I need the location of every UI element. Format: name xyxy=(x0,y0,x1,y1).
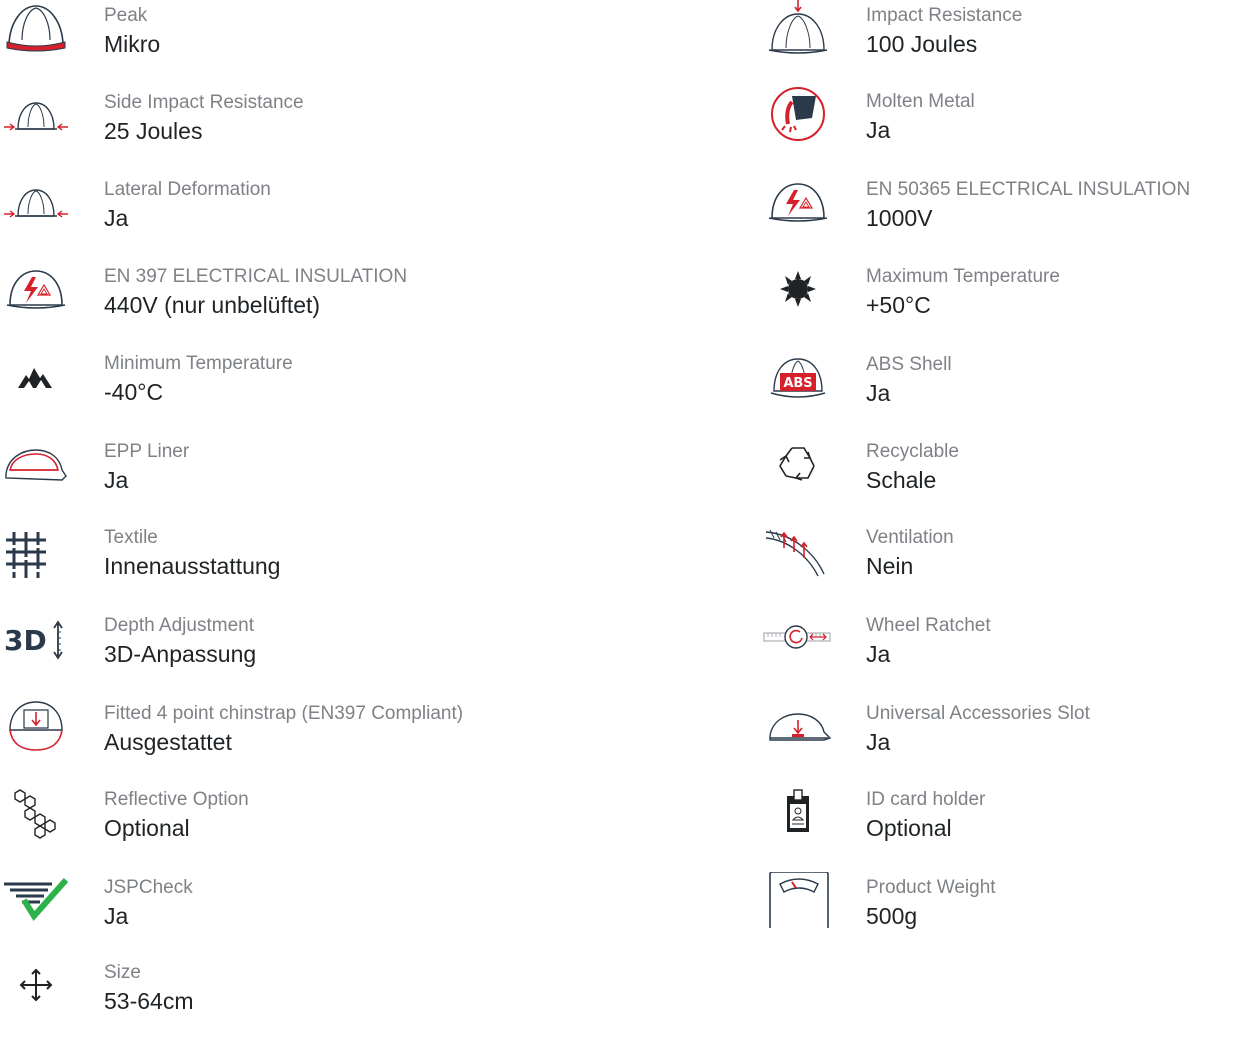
electrical-insulation-icon xyxy=(0,261,72,317)
feature-value: Optional xyxy=(866,815,952,841)
feature-label: Side Impact Resistance xyxy=(104,92,304,113)
feature-value: Innenausstattung xyxy=(104,553,281,579)
lateral-deformation-icon xyxy=(0,174,72,230)
feature-label: Size xyxy=(104,962,141,983)
molten-metal-icon xyxy=(762,86,834,142)
feature-label: Wheel Ratchet xyxy=(866,615,991,636)
side-impact-icon xyxy=(0,87,72,143)
feature-value: Ja xyxy=(866,117,891,143)
feature-value: 25 Joules xyxy=(104,118,203,144)
feature-value: 53-64cm xyxy=(104,988,194,1014)
helmet-peak-icon xyxy=(0,0,72,56)
electrical-insulation-icon xyxy=(762,174,834,230)
feature-value: Schale xyxy=(866,467,937,493)
feature-label: Universal Accessories Slot xyxy=(866,703,1090,724)
impact-resistance-icon xyxy=(762,0,834,56)
feature-value: Ja xyxy=(866,641,891,667)
feature-label: EPP Liner xyxy=(104,441,190,462)
feature-label: Minimum Temperature xyxy=(104,353,293,374)
weight-scale-icon xyxy=(762,872,834,928)
feature-label: Lateral Deformation xyxy=(104,179,271,200)
feature-label: Depth Adjustment xyxy=(104,615,254,636)
feature-value: Ja xyxy=(104,903,129,929)
feature-label: JSPCheck xyxy=(104,877,193,898)
feature-value: 440V (nur unbelüftet) xyxy=(104,292,321,318)
jspcheck-icon xyxy=(0,872,72,928)
recycle-icon xyxy=(762,436,834,492)
svg-text:3D: 3D xyxy=(4,624,47,657)
feature-value: 500g xyxy=(866,903,918,929)
feature-label: EN 50365 ELECTRICAL INSULATION xyxy=(866,179,1191,200)
3d-adjustment-icon: 3D xyxy=(0,610,72,666)
mountains-icon xyxy=(0,348,72,404)
feature-value: 3D-Anpassung xyxy=(104,641,257,667)
feature-value: Ausgestattet xyxy=(104,729,232,755)
feature-value: Optional xyxy=(104,815,190,841)
feature-value: +50°C xyxy=(866,292,931,318)
feature-value: Ja xyxy=(866,729,891,755)
chinstrap-helmet-icon xyxy=(0,698,72,754)
feature-value: -40°C xyxy=(104,379,164,405)
size-arrows-icon xyxy=(0,957,72,1013)
feature-label: Peak xyxy=(104,5,148,26)
feature-label: Textile xyxy=(104,527,158,548)
id-card-holder-icon xyxy=(762,784,834,840)
feature-label: Impact Resistance xyxy=(866,5,1023,26)
feature-value: Mikro xyxy=(104,31,161,57)
feature-value: 1000V xyxy=(866,205,933,231)
abs-shell-icon: ABS xyxy=(762,349,834,405)
feature-label: Molten Metal xyxy=(866,91,975,112)
feature-label: ABS Shell xyxy=(866,354,952,375)
feature-label: Ventilation xyxy=(866,527,954,548)
accessories-slot-icon xyxy=(762,698,834,754)
epp-liner-icon xyxy=(0,436,72,492)
feature-label: Fitted 4 point chinstrap (EN397 Complian… xyxy=(104,703,464,724)
feature-value: Nein xyxy=(866,553,914,579)
feature-label: Maximum Temperature xyxy=(866,266,1060,287)
abs-icon-text: ABS xyxy=(783,376,812,391)
wheel-ratchet-icon xyxy=(762,610,834,666)
feature-label: Reflective Option xyxy=(104,789,249,810)
feature-label: EN 397 ELECTRICAL INSULATION xyxy=(104,266,408,287)
ventilation-icon xyxy=(762,522,834,578)
feature-label: Recyclable xyxy=(866,441,959,462)
feature-label: Product Weight xyxy=(866,877,996,898)
feature-value: 100 Joules xyxy=(866,31,978,57)
feature-value: Ja xyxy=(866,380,891,406)
feature-value: Ja xyxy=(104,205,129,231)
feature-label: ID card holder xyxy=(866,789,986,810)
hexagon-reflective-icon xyxy=(0,784,72,840)
feature-value: Ja xyxy=(104,467,129,493)
textile-grid-icon xyxy=(0,522,72,578)
sun-icon xyxy=(762,261,834,317)
